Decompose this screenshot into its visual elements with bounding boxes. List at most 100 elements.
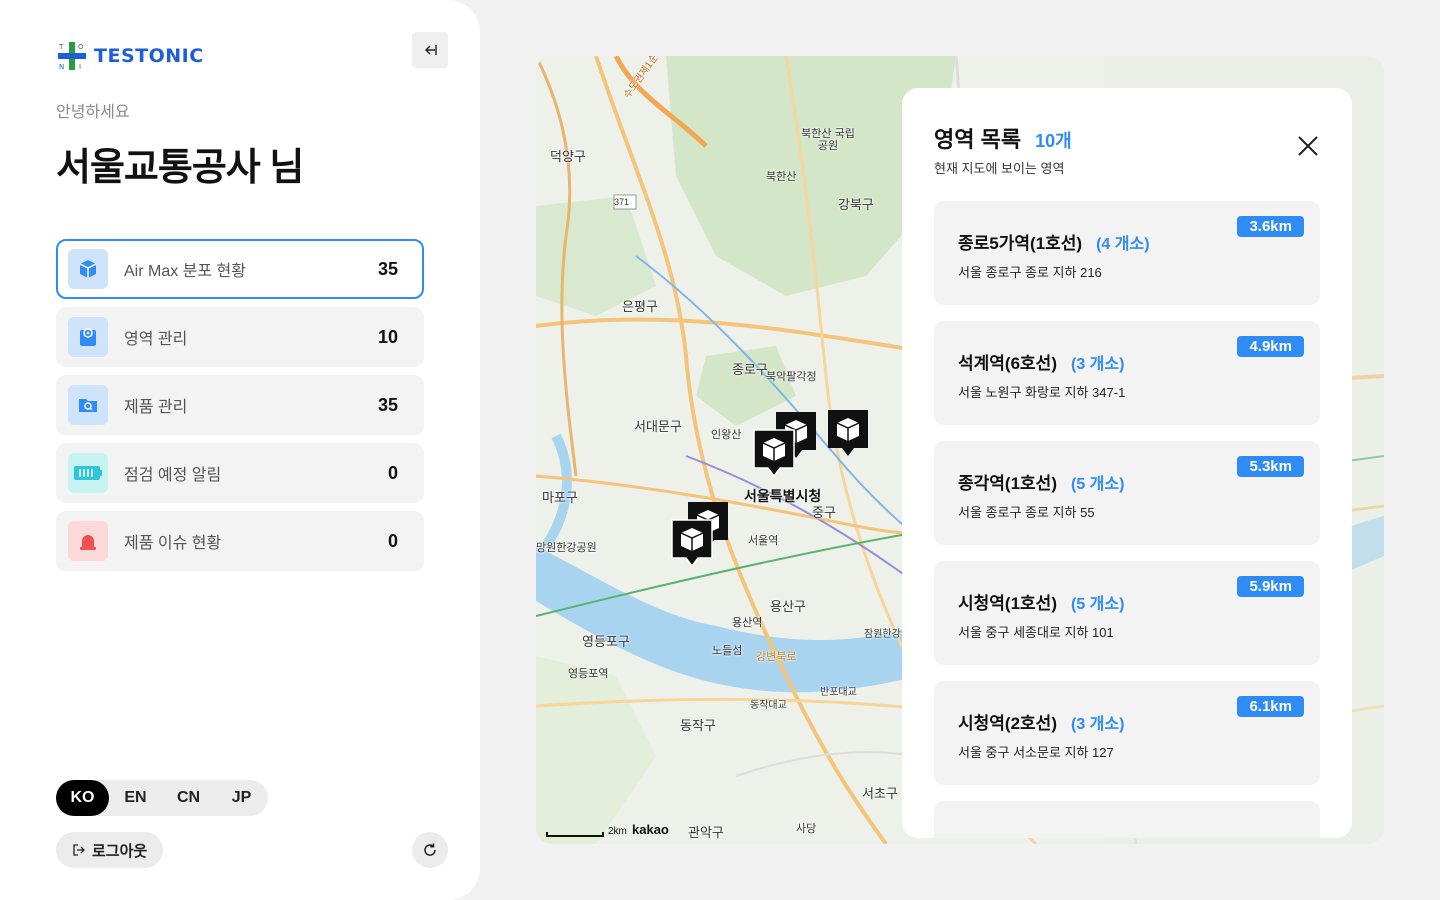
map-label: 용산구 — [770, 599, 806, 614]
language-en-button[interactable]: EN — [109, 780, 162, 816]
area-name: 종로5가역(1호선) — [958, 234, 1083, 253]
area-distance-badge: 5.9km — [1237, 576, 1304, 597]
map-label: 잠원한강 — [864, 629, 901, 640]
area-address: 서울 종로구 종로 지하 216 — [958, 265, 1102, 280]
menu-item-product-management[interactable]: 제품 관리 35 — [56, 375, 424, 435]
area-card-partial[interactable] — [934, 801, 1320, 838]
area-list: 종로5가역(1호선) (4 개소) 서울 종로구 종로 지하 216 3.6km … — [934, 201, 1320, 838]
menu-count: 10 — [377, 326, 398, 347]
area-distance-badge: 4.9km — [1237, 336, 1304, 357]
map-label: 강변북로 — [756, 651, 797, 663]
area-device-count: (3 개소) — [1070, 356, 1125, 373]
map-label: 동작대교 — [750, 700, 787, 711]
collapse-arrow-icon — [425, 45, 437, 55]
menu-count: 35 — [377, 258, 398, 279]
battery-icon — [68, 453, 108, 493]
menu-label: Air Max 분포 현황 — [124, 263, 246, 280]
area-name: 종각역(1호선) — [958, 474, 1057, 493]
map-label: 종로구 — [732, 362, 768, 377]
svg-text:O: O — [78, 43, 84, 51]
map-pin-icon — [68, 317, 108, 357]
area-card[interactable]: 시청역(2호선) (3 개소) 서울 중구 서소문로 지하 127 6.1km — [934, 681, 1320, 785]
road-number-label: 371 — [614, 197, 630, 207]
area-list-panel: 영역 목록 10개 현재 지도에 보이는 영역 종로5가역(1호선) (4 개소)… — [902, 88, 1352, 838]
area-device-count: (4 개소) — [1096, 236, 1150, 253]
svg-text:T: T — [58, 43, 64, 51]
panel-count: 10개 — [1035, 131, 1072, 151]
testonic-logo-icon: T O N I — [56, 40, 88, 72]
folder-search-icon — [68, 385, 108, 425]
area-address: 서울 중구 서소문로 지하 127 — [958, 745, 1114, 760]
panel-subtitle: 현재 지도에 보이는 영역 — [934, 161, 1065, 176]
area-distance-badge: 3.6km — [1237, 216, 1304, 237]
close-icon[interactable] — [1294, 132, 1322, 160]
logout-icon — [73, 844, 85, 856]
device-marker[interactable] — [750, 426, 798, 482]
refresh-button[interactable] — [412, 832, 448, 868]
panel-header: 영역 목록 10개 — [934, 122, 1072, 154]
area-name: 시청역(2호선) — [958, 714, 1057, 733]
area-card[interactable]: 종각역(1호선) (5 개소) 서울 종로구 종로 지하 55 5.3km — [934, 441, 1320, 545]
area-device-count: (5 개소) — [1070, 476, 1125, 493]
map-label: 서울역 — [748, 535, 779, 547]
logout-button[interactable]: 로그아웃 — [56, 832, 164, 868]
menu-count: 35 — [377, 394, 398, 415]
map-label: 용산역 — [732, 617, 763, 629]
brand-logo[interactable]: T O N I TESTONIC — [56, 40, 204, 72]
menu-item-airmax-distribution[interactable]: Air Max 분포 현황 35 — [56, 239, 424, 299]
user-name: 서울교통공사 님 — [56, 147, 304, 189]
svg-text:N: N — [59, 63, 64, 71]
map-label: 서초구 — [862, 786, 898, 801]
panel-title: 영역 목록 — [934, 127, 1022, 152]
area-address: 서울 중구 세종대로 지하 101 — [958, 625, 1114, 640]
language-jp-button[interactable]: JP — [215, 780, 268, 816]
area-name-row: 시청역(2호선) (3 개소) — [958, 709, 1124, 734]
map-label: 영등포구 — [582, 634, 630, 649]
language-cn-button[interactable]: CN — [162, 780, 215, 816]
language-selector: KO EN CN JP — [56, 780, 268, 816]
menu-item-inspection-alerts[interactable]: 점검 예정 알림 0 — [56, 443, 424, 503]
scale-label: 2km — [608, 826, 627, 837]
menu-item-product-issues[interactable]: 제품 이슈 현황 0 — [56, 511, 424, 571]
area-name: 석계역(6호선) — [958, 354, 1057, 373]
menu-item-area-management[interactable]: 영역 관리 10 — [56, 307, 424, 367]
area-name-row: 석계역(6호선) (3 개소) — [958, 349, 1124, 374]
map-label: 은평구 — [622, 299, 658, 314]
area-distance-badge: 5.3km — [1237, 456, 1304, 477]
map-label: 인왕산 — [711, 429, 742, 441]
area-device-count: (3 개소) — [1070, 716, 1125, 733]
area-name: 시청역(1호선) — [958, 594, 1057, 613]
greeting-text: 안녕하세요 — [56, 104, 130, 121]
logout-label: 로그아웃 — [92, 842, 148, 860]
map-label: 중구 — [812, 505, 836, 520]
menu-count: 0 — [387, 530, 398, 551]
area-device-count: (5 개소) — [1070, 596, 1125, 613]
menu-label: 영역 관리 — [124, 331, 188, 348]
area-card[interactable]: 석계역(6호선) (3 개소) 서울 노원구 화랑로 지하 347-1 4.9km — [934, 321, 1320, 425]
map-label: 북악팔각정 — [766, 371, 817, 383]
brand-name: TESTONIC — [94, 45, 204, 67]
map-label: 노들섬 — [712, 645, 743, 657]
device-marker[interactable] — [824, 406, 872, 462]
area-card[interactable]: 종로5가역(1호선) (4 개소) 서울 종로구 종로 지하 216 3.6km — [934, 201, 1320, 305]
main-menu: Air Max 분포 현황 35 영역 관리 10 제품 관리 35 점검 예정… — [56, 239, 424, 579]
menu-label: 제품 이슈 현황 — [124, 535, 222, 552]
collapse-sidebar-button[interactable] — [412, 32, 448, 68]
area-address: 서울 종로구 종로 지하 55 — [958, 505, 1095, 520]
map-scale: 2km — [546, 826, 627, 837]
language-ko-button[interactable]: KO — [56, 780, 109, 816]
menu-count: 0 — [387, 462, 398, 483]
map-label: 마포구 — [542, 490, 578, 505]
map-label: 북한산 — [766, 171, 797, 183]
area-name-row: 종로5가역(1호선) (4 개소) — [958, 229, 1150, 254]
map-label-city-hall: 서울특별시청 — [744, 488, 822, 504]
area-distance-badge: 6.1km — [1237, 696, 1304, 717]
area-card[interactable]: 시청역(1호선) (5 개소) 서울 중구 세종대로 지하 101 5.9km — [934, 561, 1320, 665]
map-label: 서대문구 — [634, 419, 682, 434]
device-marker[interactable] — [668, 516, 716, 572]
map-label: 사당 — [796, 823, 817, 835]
siren-icon — [68, 521, 108, 561]
map-label: 강북구 — [838, 197, 874, 212]
map-label: 영등포역 — [568, 668, 609, 680]
box-icon — [68, 249, 108, 289]
